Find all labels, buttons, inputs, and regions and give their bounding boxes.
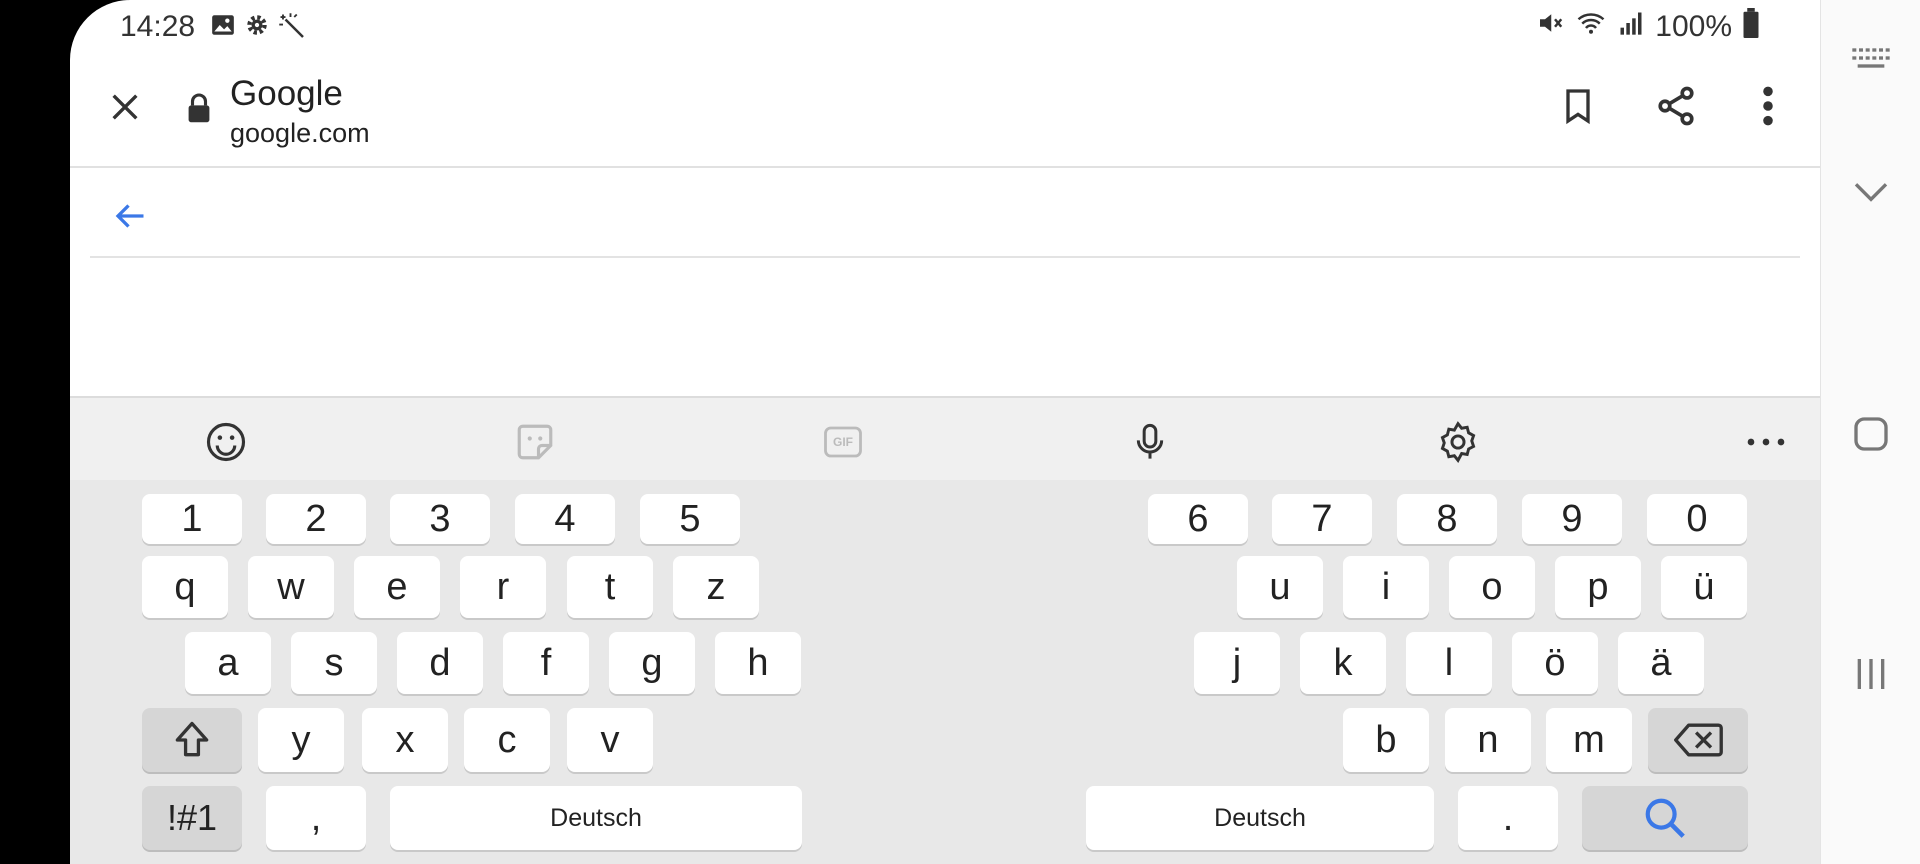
close-icon[interactable] — [100, 82, 150, 132]
symbols-key[interactable]: !#1 — [142, 786, 242, 850]
comma-key[interactable]: , — [266, 786, 366, 850]
key-t[interactable]: t — [567, 556, 653, 618]
key-x[interactable]: x — [362, 708, 448, 772]
bookmark-icon[interactable] — [1558, 84, 1598, 133]
key-o[interactable]: o — [1449, 556, 1535, 618]
key-e[interactable]: e — [354, 556, 440, 618]
key-r[interactable]: r — [460, 556, 546, 618]
battery-percent: 100% — [1655, 10, 1732, 43]
browser-toolbar: Google google.com — [70, 52, 1820, 168]
key-p[interactable]: p — [1555, 556, 1641, 618]
recents-icon[interactable] — [1821, 654, 1920, 694]
wifi-icon — [1575, 8, 1607, 46]
key-8[interactable]: 8 — [1397, 494, 1497, 544]
space-key-right[interactable]: Deutsch — [1086, 786, 1434, 850]
key-v[interactable]: v — [567, 708, 653, 772]
key-h[interactable]: h — [715, 632, 801, 694]
key-y[interactable]: y — [258, 708, 344, 772]
key-z[interactable]: z — [673, 556, 759, 618]
shift-key[interactable] — [142, 708, 242, 772]
key-n[interactable]: n — [1445, 708, 1531, 772]
gif-label: GIF — [833, 435, 853, 449]
more-vert-icon[interactable] — [1756, 84, 1780, 133]
mic-icon[interactable] — [1128, 420, 1172, 464]
navigation-bar — [1820, 0, 1920, 864]
key-2[interactable]: 2 — [266, 494, 366, 544]
settings-icon — [244, 12, 270, 47]
page-title: Google — [230, 74, 343, 113]
arrow-back-icon[interactable] — [110, 198, 150, 239]
space-key-left[interactable]: Deutsch — [390, 786, 802, 850]
key-l[interactable]: l — [1406, 632, 1492, 694]
mute-icon — [1535, 8, 1565, 46]
period-key[interactable]: . — [1458, 786, 1558, 850]
samsung-keyboard: GIF 1 2 3 4 5 q w e r t z a s d f g h y … — [70, 396, 1820, 864]
key-d[interactable]: d — [397, 632, 483, 694]
search-icon — [1645, 798, 1685, 838]
key-u[interactable]: u — [1237, 556, 1323, 618]
key-c[interactable]: c — [464, 708, 550, 772]
key-a[interactable]: a — [185, 632, 271, 694]
battery-icon — [1742, 8, 1760, 46]
key-k[interactable]: k — [1300, 632, 1386, 694]
key-1[interactable]: 1 — [142, 494, 242, 544]
keyboard-toolbar: GIF — [70, 398, 1820, 480]
image-icon — [210, 12, 236, 47]
key-u-umlaut[interactable]: ü — [1661, 556, 1747, 618]
status-bar: 14:28 100% — [70, 0, 1820, 52]
key-o-umlaut[interactable]: ö — [1512, 632, 1598, 694]
shift-icon — [175, 721, 209, 757]
browser-screen: 14:28 100% Google google.com GIF 1 2 3 4… — [70, 0, 1820, 864]
home-icon[interactable] — [1821, 414, 1920, 454]
key-a-umlaut[interactable]: ä — [1618, 632, 1704, 694]
key-9[interactable]: 9 — [1522, 494, 1622, 544]
key-3[interactable]: 3 — [390, 494, 490, 544]
lock-icon — [186, 92, 212, 129]
key-j[interactable]: j — [1194, 632, 1280, 694]
key-m[interactable]: m — [1546, 708, 1632, 772]
share-icon[interactable] — [1654, 84, 1698, 133]
emoji-icon[interactable] — [204, 420, 248, 464]
key-0[interactable]: 0 — [1647, 494, 1747, 544]
page-url: google.com — [230, 118, 370, 148]
key-f[interactable]: f — [503, 632, 589, 694]
keyboard-switch-icon[interactable] — [1821, 46, 1920, 72]
settings-icon[interactable] — [1436, 420, 1480, 464]
key-g[interactable]: g — [609, 632, 695, 694]
more-horiz-icon[interactable] — [1744, 420, 1788, 464]
search-back-row — [90, 170, 1800, 258]
signal-icon — [1617, 9, 1645, 45]
hide-keyboard-icon[interactable] — [1821, 176, 1920, 206]
key-4[interactable]: 4 — [515, 494, 615, 544]
key-s[interactable]: s — [291, 632, 377, 694]
backspace-key[interactable] — [1648, 708, 1748, 772]
gif-icon[interactable]: GIF — [821, 420, 865, 464]
sticker-icon[interactable] — [513, 420, 557, 464]
status-time: 14:28 — [120, 10, 196, 43]
key-6[interactable]: 6 — [1148, 494, 1248, 544]
key-5[interactable]: 5 — [640, 494, 740, 544]
key-b[interactable]: b — [1343, 708, 1429, 772]
key-w[interactable]: w — [248, 556, 334, 618]
key-q[interactable]: q — [142, 556, 228, 618]
key-7[interactable]: 7 — [1272, 494, 1372, 544]
search-key[interactable] — [1582, 786, 1748, 850]
magic-wand-icon — [278, 12, 308, 47]
key-i[interactable]: i — [1343, 556, 1429, 618]
backspace-icon — [1674, 723, 1723, 757]
